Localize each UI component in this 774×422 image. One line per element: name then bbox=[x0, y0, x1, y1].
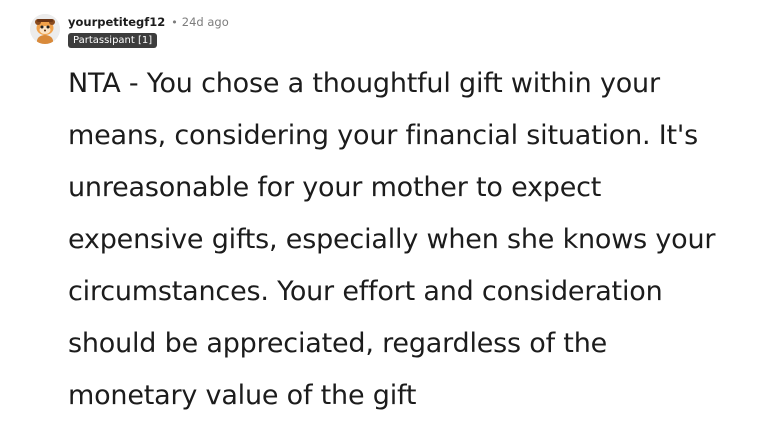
user-flair-badge: Partassipant [1] bbox=[68, 33, 158, 48]
comment: yourpetitegf12 • 24d ago Partassipant [1… bbox=[0, 0, 774, 418]
comment-body: NTA - You chose a thoughtful gift within… bbox=[68, 58, 758, 422]
comment-meta: yourpetitegf12 • 24d ago bbox=[68, 13, 229, 31]
author-username[interactable]: yourpetitegf12 bbox=[68, 15, 165, 29]
comment-body-line: NTA - You chose a thoughtful gift within… bbox=[68, 68, 660, 99]
meta-separator: • bbox=[171, 15, 178, 29]
comment-body-line: circumstances. Your effort and considera… bbox=[68, 276, 663, 307]
snoo-avatar-icon bbox=[30, 14, 60, 44]
comment-timestamp[interactable]: 24d ago bbox=[182, 15, 229, 29]
comment-body-line: unreasonable for your mother to expect bbox=[68, 172, 602, 203]
user-avatar[interactable] bbox=[30, 14, 60, 44]
comment-body-line: should be appreciated, regardless of the bbox=[68, 328, 608, 359]
comment-body-line: monetary value of the gift bbox=[68, 380, 417, 411]
comment-body-line: expensive gifts, especially when she kno… bbox=[68, 224, 716, 255]
comment-body-line: means, considering your financial situat… bbox=[68, 120, 699, 151]
